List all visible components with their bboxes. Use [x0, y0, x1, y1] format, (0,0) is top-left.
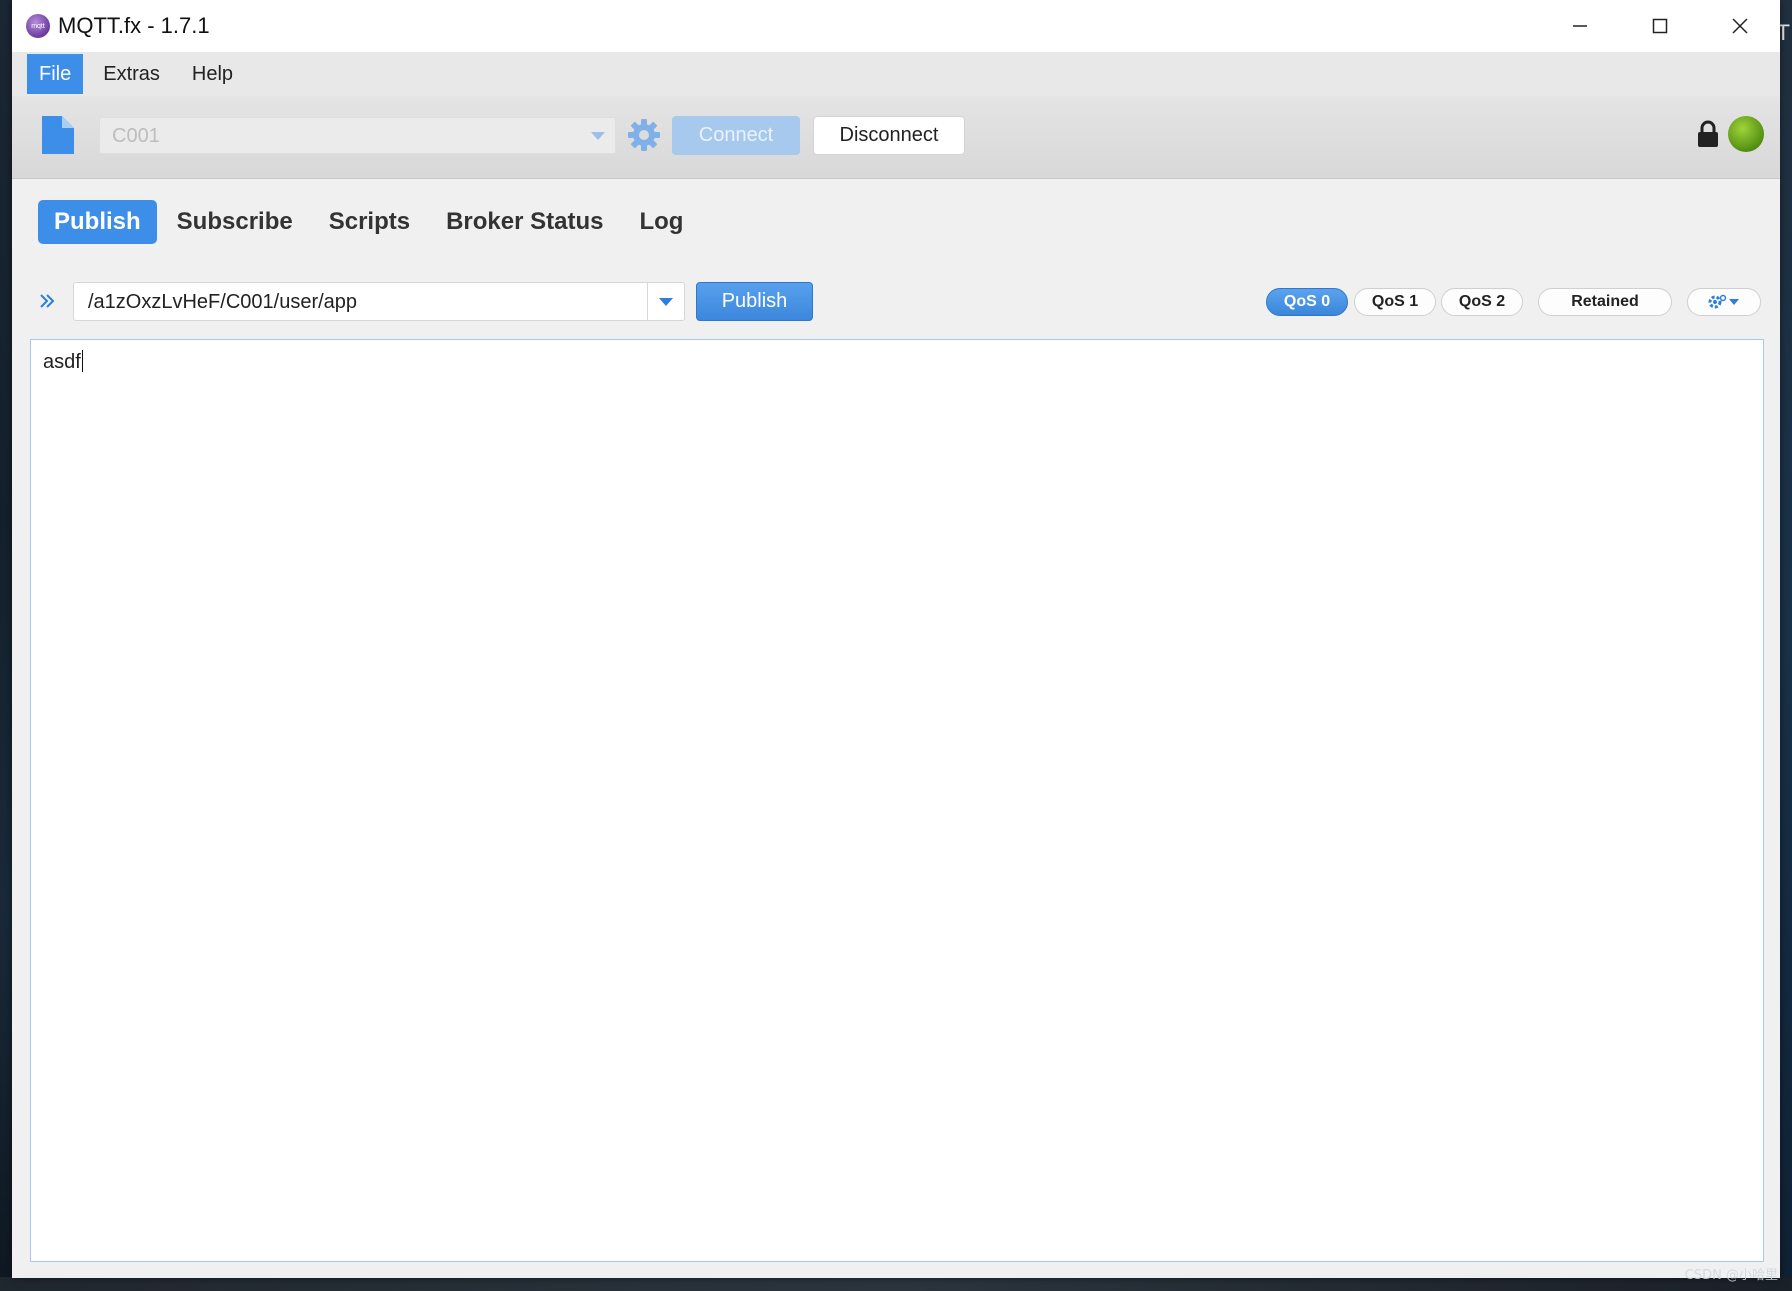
maximize-icon	[1652, 18, 1668, 34]
connection-profile-select[interactable]: C001	[99, 117, 616, 154]
payload-editor[interactable]: asdf	[30, 339, 1764, 1262]
title-bar[interactable]: mqtt MQTT.fx - 1.7.1	[12, 0, 1780, 52]
tab-publish[interactable]: Publish	[38, 200, 157, 244]
gear-icon[interactable]	[626, 117, 662, 153]
qos1-toggle[interactable]: QoS 1	[1354, 288, 1436, 316]
lock-icon	[1698, 120, 1718, 147]
chevron-down-icon	[591, 132, 605, 140]
payload-text: asdf	[43, 350, 83, 373]
connection-toolbar: C001 Connect Disconnect	[12, 96, 1780, 179]
tab-subscribe[interactable]: Subscribe	[161, 200, 309, 244]
topic-history-chevron-down-icon[interactable]	[659, 298, 673, 306]
menu-file[interactable]: File	[27, 54, 84, 94]
connect-button[interactable]: Connect	[672, 116, 800, 155]
qos0-toggle[interactable]: QoS 0	[1266, 288, 1348, 316]
settings-dropdown-icon	[1708, 294, 1739, 309]
main-tabs: Publish Subscribe Scripts Broker Status …	[38, 200, 703, 244]
minimize-button[interactable]	[1540, 0, 1620, 52]
mqttfx-logo-icon: mqtt	[26, 14, 50, 38]
topic-input[interactable]: /a1zOxzLvHeF/C001/user/app	[73, 282, 685, 321]
menu-bar: File Extras Help	[12, 52, 1780, 96]
disconnect-button[interactable]: Disconnect	[813, 116, 965, 155]
menu-extras[interactable]: Extras	[91, 54, 172, 94]
edit-profile-icon[interactable]	[42, 116, 74, 154]
publish-controls: /a1zOxzLvHeF/C001/user/app Publish QoS 0…	[12, 282, 1780, 322]
close-button[interactable]	[1700, 0, 1780, 52]
tab-log[interactable]: Log	[623, 200, 699, 244]
window-title: MQTT.fx - 1.7.1	[58, 13, 210, 38]
retained-toggle[interactable]: Retained	[1538, 288, 1672, 316]
connection-status-led	[1728, 116, 1764, 152]
publish-options-button[interactable]	[1687, 288, 1761, 316]
publish-button[interactable]: Publish	[696, 282, 813, 321]
expand-chevrons-icon[interactable]	[36, 290, 58, 312]
menu-help[interactable]: Help	[180, 54, 245, 94]
watermark: CSDN @小哈里	[1684, 1268, 1778, 1283]
close-icon	[1732, 18, 1748, 34]
desktop-taskbar-edge	[0, 1277, 1792, 1291]
minimize-icon	[1573, 25, 1587, 27]
app-window: mqtt MQTT.fx - 1.7.1 File Extras Help C0…	[12, 0, 1780, 1278]
tab-scripts[interactable]: Scripts	[313, 200, 426, 244]
tab-broker-status[interactable]: Broker Status	[430, 200, 619, 244]
maximize-button[interactable]	[1620, 0, 1700, 52]
qos2-toggle[interactable]: QoS 2	[1441, 288, 1523, 316]
